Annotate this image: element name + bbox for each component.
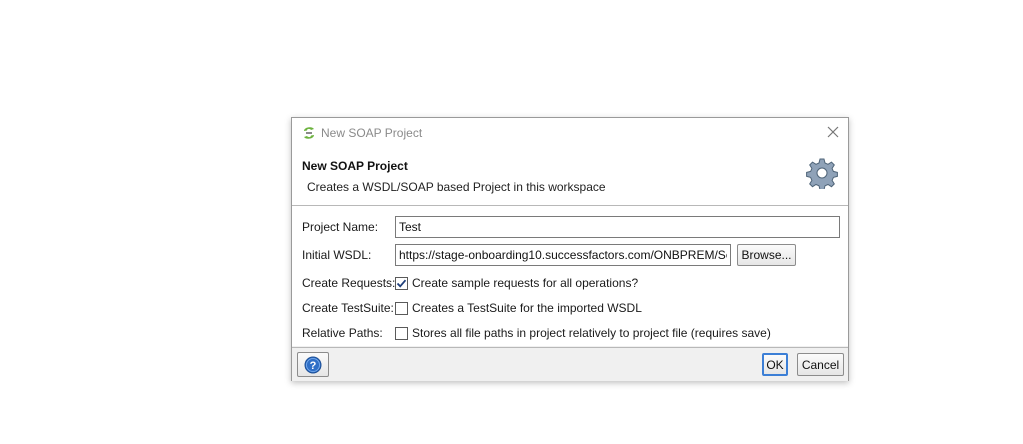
window-title: New SOAP Project [321,126,423,140]
checkmark-icon [396,279,407,288]
create-testsuite-text[interactable]: Creates a TestSuite for the imported WSD… [412,301,642,315]
ok-button[interactable]: OK [762,353,788,376]
title-bar[interactable]: New SOAP Project [292,118,848,147]
svg-text:?: ? [310,360,317,372]
project-name-row: Project Name: [302,216,378,238]
initial-wsdl-label: Initial WSDL: [302,248,372,262]
relative-paths-checkbox[interactable] [395,327,408,340]
relative-paths-text[interactable]: Stores all file paths in project relativ… [412,326,771,340]
browse-button[interactable]: Browse... [737,244,796,266]
project-name-label: Project Name: [302,220,379,234]
create-testsuite-checkbox[interactable] [395,302,408,315]
new-soap-project-dialog: New SOAP Project New SOAP Project Create… [291,117,849,381]
create-requests-label: Create Requests: [302,276,396,290]
help-icon: ? [304,356,322,373]
cancel-button[interactable]: Cancel [797,353,844,376]
create-testsuite-row: Create TestSuite: [302,297,394,319]
initial-wsdl-input[interactable] [395,244,731,266]
gear-icon [806,157,838,191]
relative-paths-label: Relative Paths: [302,326,383,340]
dialog-header: New SOAP Project Creates a WSDL/SOAP bas… [292,147,848,206]
header-title: New SOAP Project [302,159,408,173]
project-name-input[interactable] [395,216,840,238]
create-testsuite-label: Create TestSuite: [302,301,394,315]
soapui-logo-icon [301,125,317,141]
header-subtitle: Creates a WSDL/SOAP based Project in thi… [307,180,606,194]
create-requests-text[interactable]: Create sample requests for all operation… [412,276,638,290]
create-requests-checkbox[interactable] [395,277,408,290]
project-form: Project Name: Initial WSDL: Browse... Cr… [292,206,848,346]
initial-wsdl-row: Initial WSDL: [302,244,371,266]
close-icon[interactable] [824,123,842,141]
create-requests-row: Create Requests: [302,272,395,294]
help-button[interactable]: ? [297,352,329,377]
relative-paths-row: Relative Paths: [302,322,383,344]
dialog-footer: ? OK Cancel [292,347,848,381]
